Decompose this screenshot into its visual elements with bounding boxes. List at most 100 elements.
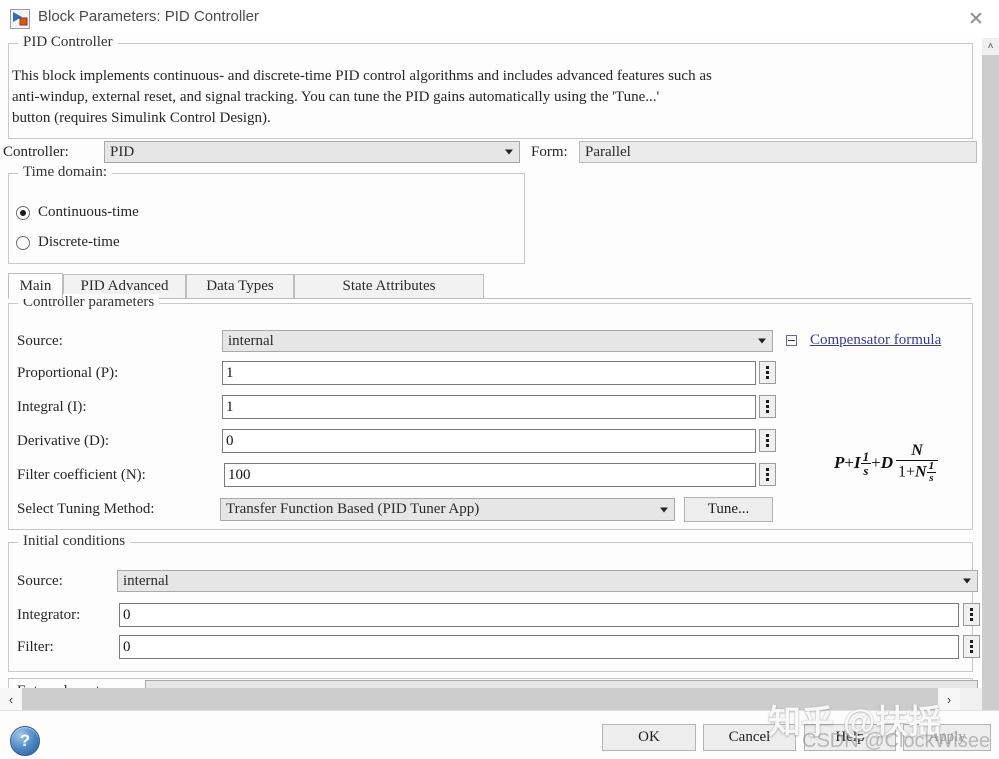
dot (766, 468, 769, 471)
vertical-scrollbar[interactable]: ˄ (982, 38, 999, 714)
ic-source-label: Source: (17, 573, 63, 589)
tab-data-types[interactable]: Data Types (186, 274, 294, 299)
ic-filter-input[interactable]: 0 (119, 635, 959, 659)
formula-i-numerator: 1 (862, 448, 870, 464)
filter-coefficient-input[interactable]: 100 (224, 463, 756, 487)
dot (970, 618, 973, 621)
formula-plus-1: + (844, 452, 854, 472)
description-group-title: PID Controller (18, 34, 118, 51)
formula-d-numerator: N (911, 442, 923, 459)
form-value-field: Parallel (579, 141, 977, 163)
dialog-content: PID Controller This block implements con… (0, 34, 999, 740)
derivative-input[interactable]: 0 (222, 429, 756, 453)
cp-source-label: Source: (17, 333, 63, 349)
integral-label: Integral (I): (17, 399, 87, 415)
dot (766, 434, 769, 437)
dot (970, 608, 973, 611)
tab-main[interactable]: Main (8, 273, 63, 299)
scroll-up-icon[interactable]: ˄ (982, 38, 999, 55)
dot (766, 439, 769, 442)
ic-source-value: internal (123, 572, 169, 589)
form-value: Parallel (585, 143, 631, 160)
derivative-options-button[interactable] (759, 429, 776, 452)
formula-plus-2: + (871, 452, 881, 472)
close-icon[interactable]: ✕ (953, 0, 999, 38)
controller-label: Controller: (3, 144, 69, 160)
scroll-left-icon[interactable]: ‹ (0, 688, 22, 710)
controller-select[interactable]: PID (104, 141, 520, 163)
radio-discrete-time[interactable]: Discrete-time (16, 234, 120, 251)
minus-box-icon[interactable] (786, 335, 797, 346)
horizontal-scroll-track[interactable] (22, 688, 938, 710)
formula-d-denominator: 1+N 1 s (895, 459, 939, 485)
ic-integrator-label: Integrator: (17, 607, 81, 623)
compensator-formula: P+I 1 s +D N 1+N 1 s (834, 442, 939, 485)
dot (766, 410, 769, 413)
ic-integrator-options-button[interactable] (963, 603, 980, 626)
description-line-3: button (requires Simulink Control Design… (12, 110, 271, 126)
dot (970, 613, 973, 616)
chevron-down-icon (758, 338, 766, 344)
ok-button[interactable]: OK (602, 724, 696, 751)
dot (970, 640, 973, 643)
cancel-button[interactable]: Cancel (703, 724, 796, 751)
formula-d-den-n: N (915, 463, 927, 481)
chevron-down-icon (505, 149, 513, 155)
help-icon[interactable]: ? (10, 726, 40, 756)
compensator-formula-link[interactable]: Compensator formula (810, 332, 941, 349)
tuning-method-select[interactable]: Transfer Function Based (PID Tuner App) (220, 498, 675, 521)
derivative-label: Derivative (D): (17, 433, 110, 449)
radio-mark-discrete (16, 235, 30, 250)
chevron-down-icon (660, 507, 668, 512)
time-domain-group-title: Time domain: (18, 164, 113, 181)
description-line-1: This block implements continuous- and di… (12, 68, 712, 84)
formula-d-fraction: N 1+N 1 s (895, 442, 939, 485)
dot (766, 478, 769, 481)
ic-integrator-input[interactable]: 0 (119, 603, 959, 627)
radio-continuous-time[interactable]: Continuous-time (16, 204, 139, 221)
integral-input[interactable]: 1 (222, 395, 756, 419)
tuning-method-label: Select Tuning Method: (17, 501, 155, 517)
initial-conditions-group-title: Initial conditions (18, 533, 131, 550)
ic-filter-options-button[interactable] (963, 635, 980, 658)
dot (766, 444, 769, 447)
radio-mark-continuous (16, 205, 30, 220)
dot (766, 366, 769, 369)
proportional-input[interactable]: 1 (222, 361, 756, 385)
filter-coefficient-options-button[interactable] (759, 463, 776, 486)
block-parameters-dialog: Block Parameters: PID Controller ✕ PID C… (0, 0, 999, 759)
proportional-label: Proportional (P): (17, 365, 119, 381)
window-title: Block Parameters: PID Controller (38, 8, 259, 25)
ic-source-select[interactable]: internal (117, 570, 978, 592)
formula-i-fraction: 1 s (860, 448, 872, 478)
form-label: Form: (531, 144, 568, 160)
formula-p: P (834, 452, 845, 472)
ic-filter-label: Filter: (17, 639, 54, 655)
dot (766, 371, 769, 374)
formula-d: D (880, 452, 893, 472)
title-bar: Block Parameters: PID Controller ✕ (0, 0, 999, 38)
integral-options-button[interactable] (759, 395, 776, 418)
apply-button: Apply (903, 724, 991, 751)
formula-i: I (853, 452, 861, 472)
tuning-method-value: Transfer Function Based (PID Tuner App) (226, 501, 480, 517)
controller-select-value: PID (110, 143, 135, 160)
description-line-2: anti-windup, external reset, and signal … (12, 89, 660, 105)
chevron-down-icon (963, 578, 971, 584)
horizontal-scrollbar[interactable]: ‹ › (0, 688, 982, 710)
scroll-right-icon[interactable]: › (938, 688, 960, 710)
tab-state-attributes[interactable]: State Attributes (294, 274, 484, 299)
cp-source-value: internal (228, 332, 274, 349)
vertical-scroll-track[interactable] (982, 55, 999, 714)
filter-coefficient-label: Filter coefficient (N): (17, 467, 146, 483)
formula-d-den-numerator: 1 (928, 459, 935, 472)
dot (970, 645, 973, 648)
help-button[interactable]: Help (804, 724, 896, 751)
tune-button[interactable]: Tune... (684, 497, 773, 522)
cp-source-select[interactable]: internal (222, 330, 773, 352)
dot (970, 650, 973, 653)
proportional-options-button[interactable] (759, 361, 776, 384)
formula-i-denominator: s (860, 463, 872, 478)
formula-d-den-denominator: s (926, 472, 937, 485)
formula-d-den-one: 1+ (897, 463, 916, 481)
